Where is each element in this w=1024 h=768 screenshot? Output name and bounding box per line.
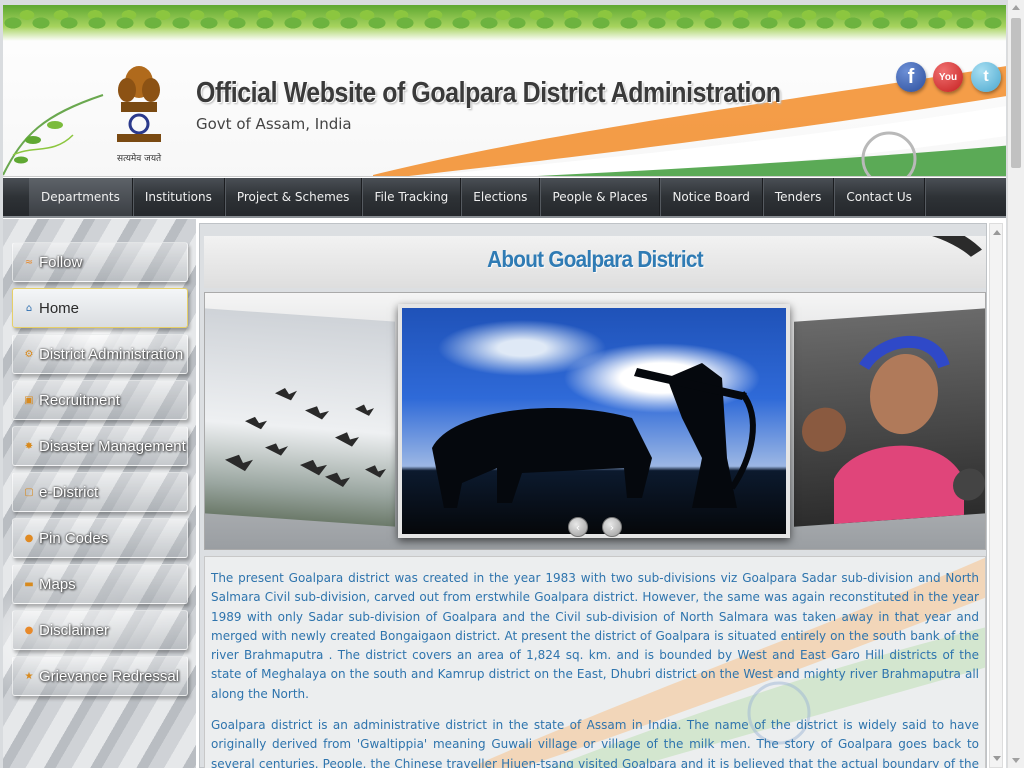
scrollbar-thumb[interactable] [1011,18,1021,168]
birds-silhouette [225,387,386,488]
sidebar-item-label: Disclaimer [39,621,110,639]
national-emblem-logo [117,66,161,142]
star-icon: ★ [24,670,34,682]
about-paragraph: Goalpara district is an administrative d… [211,718,979,768]
sidebar-item-follow[interactable]: ≈ Follow [12,242,188,282]
scroll-down-icon[interactable] [1012,758,1020,763]
about-paragraph: The present Goalpara district was create… [211,571,979,701]
sidebar-item-recruitment[interactable]: ▣ Recruitment [12,380,188,420]
scroll-up-icon[interactable] [993,230,1001,235]
sidebar-item-label: Grievance Redressal [39,667,180,685]
rss-icon: ≈ [24,256,34,268]
main-content-panel: About Goalpara District ‹ › The present … [199,223,987,768]
youtube-icon[interactable]: You [933,62,963,92]
sidebar-item-label: District Administration [39,345,184,363]
sidebar-item-home[interactable]: ⌂ Home [12,288,188,328]
page-title: About Goalpara District [487,246,703,272]
content-scrollbar[interactable] [989,223,1003,768]
dancer-photo [802,335,985,524]
page-scrollbar[interactable] [1007,0,1024,768]
carousel-prev-button[interactable]: ‹ [568,517,588,537]
nav-item-file-tracking[interactable]: File Tracking [362,178,462,216]
sidebar-item-label: Disaster Management [39,437,186,455]
main-navigation: Departments Institutions Project & Schem… [3,178,1006,218]
carousel-slide-active[interactable] [398,304,790,538]
sidebar-item-pin-codes[interactable]: ● Pin Codes [12,518,188,558]
image-carousel: ‹ › [204,292,986,550]
nav-item-elections[interactable]: Elections [461,178,541,216]
nav-item-tenders[interactable]: Tenders [763,178,835,216]
about-text-section: The present Goalpara district was create… [204,556,986,768]
sidebar-item-grievance-redressal[interactable]: ★ Grievance Redressal [12,656,188,696]
map-icon: ▬ [24,578,34,590]
nav-item-contact-us[interactable]: Contact Us [834,178,925,216]
info-icon: ● [24,624,34,636]
sidebar-item-label: e-District [39,483,99,501]
facebook-icon[interactable]: f [896,62,926,92]
monitor-icon: ▢ [24,486,34,498]
sidebar-item-label: Follow [39,253,83,271]
sidebar-item-label: Recruitment [39,391,120,409]
floral-vine-decoration [3,94,104,176]
site-title: Official Website of Goalpara District Ad… [196,77,781,109]
heading-bar: About Goalpara District [204,236,986,288]
carousel-slide-birds[interactable] [205,308,395,527]
sidebar-item-disaster-management[interactable]: ✸ Disaster Management [12,426,188,466]
sidebar-item-label: Pin Codes [39,529,109,547]
carousel-slide-dancer[interactable] [794,308,985,527]
warning-icon: ✸ [24,440,34,452]
nav-item-notice-board[interactable]: Notice Board [660,178,763,216]
farmer-silhouette [432,363,756,508]
home-icon: ⌂ [25,302,33,314]
twitter-icon[interactable]: t [971,62,1001,92]
carousel-next-button[interactable]: › [602,517,622,537]
nav-item-project-schemes[interactable]: Project & Schemes [225,178,363,216]
sidebar-item-maps[interactable]: ▬ Maps [12,564,188,604]
gear-icon: ⚙ [24,348,34,360]
sidebar-item-disclaimer[interactable]: ● Disclaimer [12,610,188,650]
leaf-banner [3,5,1006,41]
site-subtitle: Govt of Assam, India [196,115,352,133]
emblem-motto: सत्यमेव जयते [117,154,162,164]
nav-item-institutions[interactable]: Institutions [133,178,225,216]
map-pin-icon: ● [24,532,34,544]
site-wrapper: सत्यमेव जयते Official Website of Goalpar… [3,5,1006,768]
sidebar-item-label: Home [39,299,80,317]
sidebar-item-e-district[interactable]: ▢ e-District [12,472,188,512]
sidebar-item-label: Maps [39,575,76,593]
sidebar-menu: ≈ Follow ⌂ Home ⚙ District Administratio… [3,219,196,768]
nav-item-people-places[interactable]: People & Places [540,178,661,216]
nav-item-departments[interactable]: Departments [29,178,133,216]
scroll-up-icon[interactable] [1012,5,1020,10]
sidebar-item-district-administration[interactable]: ⚙ District Administration [12,334,188,374]
site-header: सत्यमेव जयते Official Website of Goalpar… [3,5,1006,177]
scroll-down-icon[interactable] [993,756,1001,761]
briefcase-icon: ▣ [24,394,34,406]
plough-farmer-photo [402,308,786,534]
